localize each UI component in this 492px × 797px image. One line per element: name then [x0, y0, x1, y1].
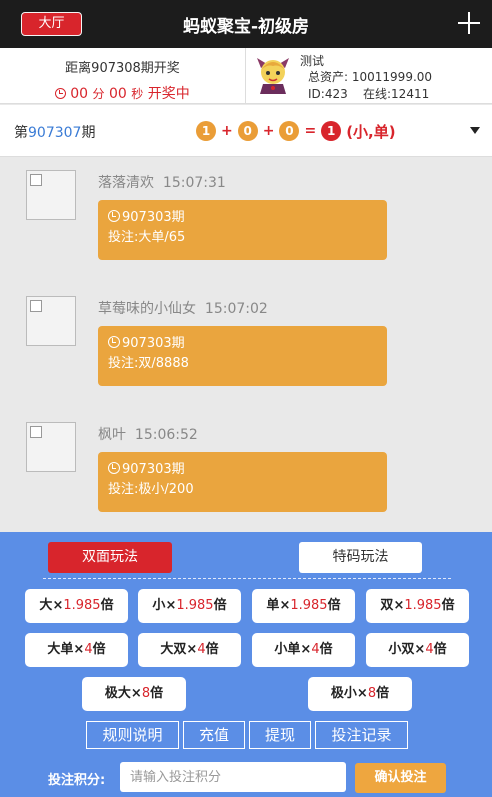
- plus-sign: +: [262, 123, 275, 139]
- clock-icon: [108, 210, 120, 222]
- message-meta: 落落清欢 15:07:31: [98, 175, 226, 191]
- chat-message: 落落清欢 15:07:31 907303期 投注:大单/65: [0, 158, 492, 268]
- bet-option-even[interactable]: 双×1.985倍: [366, 589, 469, 623]
- last-draw-row[interactable]: 第907307期 1 + 0 + 0 = 1 (小,单): [0, 105, 492, 157]
- bet-option-extreme-big[interactable]: 极大×8倍: [82, 677, 186, 711]
- user-id-online: ID:423 在线:12411: [308, 87, 430, 101]
- withdraw-button[interactable]: 提现: [249, 721, 311, 749]
- chat-message: 草莓味的小仙女 15:07:02 907303期 投注:双/8888: [0, 284, 492, 394]
- countdown: 00 分 00 秒 开奖中: [0, 83, 245, 103]
- bet-option-big-odd[interactable]: 大单×4倍: [25, 633, 128, 667]
- info-bar: 距离907308期开奖 00 分 00 秒 开奖中 测试 总资产: 100119…: [0, 48, 492, 104]
- top-header: 大厅 蚂蚁聚宝-初级房: [0, 0, 492, 48]
- plus-icon[interactable]: [458, 12, 480, 34]
- broken-avatar-image: [26, 170, 76, 220]
- next-issue-text: 距离907308期开奖: [65, 61, 180, 76]
- clock-icon: [55, 88, 67, 99]
- countdown-seconds: 00: [109, 86, 127, 102]
- draw-ball: 1: [196, 121, 216, 141]
- recharge-button[interactable]: 充值: [183, 721, 245, 749]
- draw-countdown-panel: 距离907308期开奖 00 分 00 秒 开奖中: [0, 48, 246, 104]
- bet-option-extreme-small[interactable]: 极小×8倍: [308, 677, 412, 711]
- bet-bubble: 907303期 投注:大单/65: [98, 200, 387, 260]
- message-meta: 草莓味的小仙女 15:07:02: [98, 301, 268, 317]
- bet-chat-list[interactable]: 落落清欢 15:07:31 907303期 投注:大单/65 草莓味的小仙女 1…: [0, 158, 492, 532]
- user-avatar[interactable]: [255, 54, 291, 94]
- bet-option-odd[interactable]: 单×1.985倍: [252, 589, 355, 623]
- countdown-status: 开奖中: [147, 86, 190, 102]
- broken-avatar-image: [26, 422, 76, 472]
- bet-history-button[interactable]: 投注记录: [315, 721, 408, 749]
- chat-message: 枫叶 15:06:52 907303期 投注:极小/200: [0, 410, 492, 520]
- caret-down-icon[interactable]: [470, 127, 480, 134]
- bet-option-small-odd[interactable]: 小单×4倍: [252, 633, 355, 667]
- clock-icon: [108, 336, 120, 348]
- last-draw-issue: 第907307期: [14, 125, 96, 141]
- tab-double-sided[interactable]: 双面玩法: [48, 542, 172, 573]
- countdown-min-unit: 分: [92, 87, 105, 101]
- room-title: 蚂蚁聚宝-初级房: [182, 17, 310, 37]
- user-name: 测试: [300, 54, 325, 68]
- message-meta: 枫叶 15:06:52: [98, 427, 198, 443]
- draw-result: 1 + 0 + 0 = 1 (小,单): [196, 121, 396, 141]
- bet-option-small[interactable]: 小×1.985倍: [138, 589, 241, 623]
- bet-bubble: 907303期 投注:极小/200: [98, 452, 387, 512]
- equals-sign: =: [304, 123, 317, 139]
- draw-sum-ball: 1: [321, 121, 342, 141]
- draw-ball: 0: [237, 121, 258, 141]
- countdown-sec-unit: 秒: [131, 87, 144, 101]
- bet-option-big-even[interactable]: 大双×4倍: [138, 633, 241, 667]
- user-assets: 总资产: 10011999.00: [308, 70, 433, 84]
- draw-ball: 0: [279, 121, 300, 141]
- confirm-bet-button[interactable]: 确认投注: [355, 763, 446, 793]
- bet-amount-input[interactable]: [120, 762, 346, 792]
- divider: [43, 578, 451, 579]
- rules-button[interactable]: 规则说明: [86, 721, 179, 749]
- bet-option-big[interactable]: 大×1.985倍: [25, 589, 128, 623]
- draw-result-text: (小,单): [346, 122, 396, 141]
- plus-sign: +: [221, 123, 233, 139]
- clock-icon: [108, 462, 120, 474]
- bet-option-small-even[interactable]: 小双×4倍: [366, 633, 469, 667]
- broken-avatar-image: [26, 296, 76, 346]
- bet-bubble: 907303期 投注:双/8888: [98, 326, 387, 386]
- bet-panel: 双面玩法 特码玩法 大×1.985倍 小×1.985倍 单×1.985倍 双×1…: [0, 532, 492, 797]
- countdown-minutes: 00: [70, 86, 89, 102]
- tab-special-number[interactable]: 特码玩法: [299, 542, 422, 573]
- bet-amount-label: 投注积分:: [48, 773, 106, 788]
